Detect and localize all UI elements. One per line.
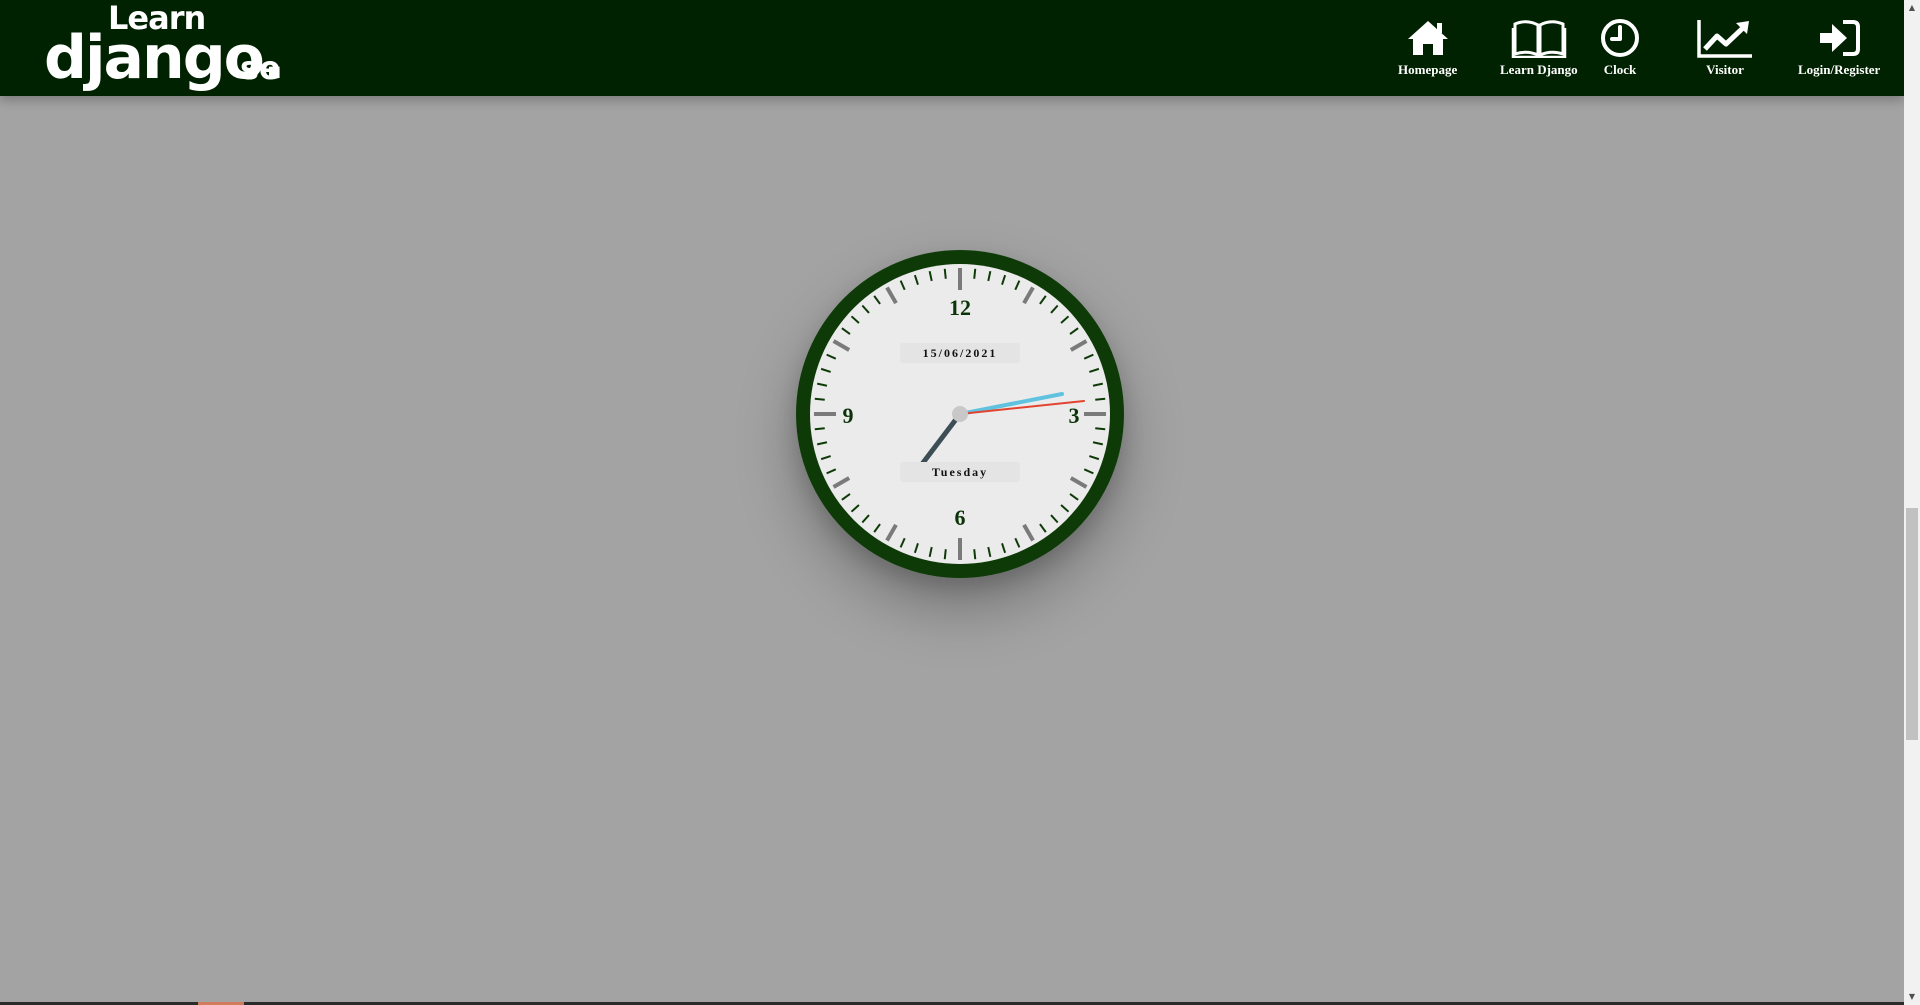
vertical-scrollbar[interactable]: ▲ ▼ bbox=[1904, 0, 1920, 1005]
nav-login-register-label: Login/Register bbox=[1798, 62, 1881, 77]
nav-clock[interactable]: Clock bbox=[1598, 18, 1642, 84]
logo-se-text: se bbox=[240, 49, 281, 87]
minute-tick bbox=[1095, 397, 1106, 401]
minute-tick bbox=[1095, 427, 1106, 431]
clock-day: Tuesday bbox=[900, 462, 1020, 482]
numeral-3: 3 bbox=[1068, 403, 1080, 428]
sign-in-icon bbox=[1820, 20, 1861, 56]
numeral-9: 9 bbox=[842, 403, 854, 428]
trend-chart-icon bbox=[1697, 20, 1752, 58]
nav-visitor[interactable]: Visitor bbox=[1696, 18, 1754, 84]
clock-icon bbox=[1601, 19, 1639, 57]
nav-homepage-label: Homepage bbox=[1398, 62, 1458, 77]
scroll-up-arrow-icon[interactable]: ▲ bbox=[1904, 0, 1920, 16]
clock-date: 15/06/2021 bbox=[900, 343, 1020, 363]
scroll-down-arrow-icon[interactable]: ▼ bbox=[1904, 989, 1920, 1005]
clock-center-pin bbox=[952, 406, 968, 422]
site-logo[interactable]: Learn django. se bbox=[44, 0, 286, 96]
numeral-12: 12 bbox=[949, 295, 971, 320]
nav-homepage[interactable]: Homepage bbox=[1398, 18, 1457, 84]
nav-login-register[interactable]: Login/Register bbox=[1798, 18, 1880, 84]
nav-learn-django-label: Learn Django bbox=[1500, 62, 1578, 77]
nav-clock-label: Clock bbox=[1603, 62, 1637, 77]
nav-learn-django[interactable]: Learn Django bbox=[1500, 18, 1578, 84]
home-icon bbox=[1407, 21, 1448, 55]
minute-tick bbox=[973, 549, 977, 560]
numeral-6: 6 bbox=[954, 505, 966, 530]
analog-clock: 12 3 6 9 15/06/2021 Tuesday bbox=[796, 250, 1124, 578]
nav-visitor-label: Visitor bbox=[1706, 62, 1744, 77]
minute-tick bbox=[943, 268, 947, 279]
minute-tick bbox=[973, 268, 977, 279]
scrollbar-thumb[interactable] bbox=[1906, 508, 1918, 740]
book-icon bbox=[1511, 20, 1567, 58]
minute-tick bbox=[814, 397, 825, 401]
minute-tick bbox=[814, 427, 825, 431]
minute-tick bbox=[943, 549, 947, 560]
top-navbar: Learn django. se Homepage Learn Django C… bbox=[0, 0, 1904, 96]
